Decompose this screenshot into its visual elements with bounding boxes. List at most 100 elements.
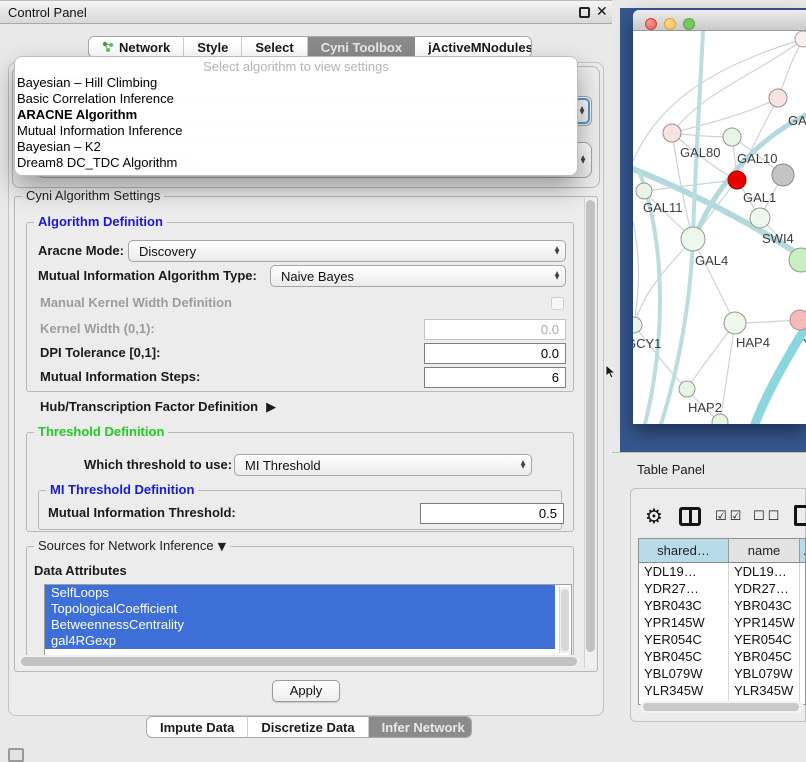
table-cell: 9. xyxy=(800,648,806,665)
network-node[interactable] xyxy=(633,317,642,333)
manual-kernel-checkbox[interactable] xyxy=(551,297,564,310)
network-window[interactable]: GALGAL80GAL10GAL11GAL1SWI4GAL4GCY1HAP4YH… xyxy=(633,10,806,424)
mi-type-label: Mutual Information Algorithm Type: xyxy=(38,265,257,287)
tab-style[interactable]: Style xyxy=(184,37,242,57)
attribute-item[interactable]: gal4RGexp xyxy=(45,633,555,649)
table-row[interactable]: YBR043CYBR043C xyxy=(639,597,805,614)
table-cell: YPR145W xyxy=(729,614,800,631)
network-node[interactable] xyxy=(723,128,741,146)
table-cell: YBL079W xyxy=(729,665,800,682)
network-window-titlebar[interactable] xyxy=(633,10,806,31)
table-cell: 13 xyxy=(800,563,806,580)
network-node[interactable] xyxy=(663,124,681,142)
table-row[interactable]: YBL079WYBL079W xyxy=(639,665,805,682)
close-icon[interactable]: ✕ xyxy=(596,4,608,20)
tab-cyni-toolbox[interactable]: Cyni Toolbox xyxy=(308,37,415,57)
float-window-icon[interactable] xyxy=(579,7,590,18)
table-cell: YDR27… xyxy=(729,580,800,597)
table-row[interactable]: YDL19…YDL19…13 xyxy=(639,563,805,580)
bottom-tab-impute-data[interactable]: Impute Data xyxy=(147,717,248,737)
combo-stepper-icon[interactable]: ▲▼ xyxy=(515,455,531,475)
table-cell xyxy=(800,597,806,614)
tab-label: Style xyxy=(197,40,228,55)
network-node[interactable] xyxy=(750,208,770,228)
table-row[interactable]: YDR27…YDR27…12 xyxy=(639,580,805,597)
expanded-arrow-icon[interactable]: ▼ xyxy=(218,540,226,553)
deselect-all-checkbox-icon[interactable]: ☐☐ xyxy=(753,509,782,524)
network-node[interactable] xyxy=(681,227,705,251)
tab-jactivemnodules[interactable]: jActiveMNodules xyxy=(415,37,532,57)
gear-icon[interactable]: ⚙ xyxy=(645,504,663,528)
table-horizontal-scrollbar[interactable] xyxy=(640,701,804,713)
data-attributes-list[interactable]: SelfLoopsTopologicalCoefficientBetweenne… xyxy=(44,584,572,656)
mi-type-combo[interactable]: Naive Bayes ▲▼ xyxy=(270,265,566,287)
mi-steps-field[interactable]: 6 xyxy=(424,367,566,388)
sources-group-title[interactable]: Sources for Network Inference▼ xyxy=(34,538,230,553)
attribute-item[interactable]: TopologicalCoefficient xyxy=(45,601,555,617)
algorithm-menu-item[interactable]: Bayesian – Hill Climbing xyxy=(15,75,577,91)
settings-vertical-scrollbar[interactable] xyxy=(584,198,596,668)
combo-stepper-icon[interactable]: ▲▼ xyxy=(549,266,565,286)
attribute-item[interactable]: BetweennessCentrality xyxy=(45,617,555,633)
bottom-tab-discretize-data[interactable]: Discretize Data xyxy=(248,717,368,737)
node-label: SWI4 xyxy=(762,231,794,246)
table-row[interactable]: YER054CYER054C8. xyxy=(639,631,805,648)
mi-threshold-field[interactable]: 0.5 xyxy=(420,503,564,524)
table-cell: YER054C xyxy=(639,631,729,648)
network-node[interactable] xyxy=(772,164,794,186)
settings-horizontal-scrollbar[interactable] xyxy=(18,655,580,668)
algorithm-menu-item[interactable]: Basic Correlation Inference xyxy=(15,91,577,107)
algorithm-menu-item[interactable]: ARACNE Algorithm xyxy=(15,107,577,123)
table-row[interactable]: YPR145WYPR145W9. xyxy=(639,614,805,631)
bottom-tab-infer-network[interactable]: Infer Network xyxy=(369,717,472,737)
network-node[interactable] xyxy=(712,414,728,424)
collapsed-arrow-icon[interactable]: ▶ xyxy=(266,400,276,415)
table-cell: YLR345W xyxy=(639,682,729,699)
table-cell xyxy=(800,665,806,682)
algorithm-menu-item[interactable]: Mutual Information Inference xyxy=(15,123,577,139)
node-label: GAL80 xyxy=(680,145,720,160)
network-edge xyxy=(634,239,693,325)
network-node[interactable] xyxy=(636,183,652,199)
column-header-name[interactable]: name xyxy=(729,539,800,562)
network-node[interactable] xyxy=(679,381,695,397)
attribute-list-scrollbar[interactable] xyxy=(559,587,569,653)
which-threshold-combo[interactable]: MI Threshold ▲▼ xyxy=(234,454,532,476)
network-node[interactable] xyxy=(728,171,746,189)
apply-button[interactable]: Apply xyxy=(272,680,340,702)
cyni-algorithm-settings-title: Cyni Algorithm Settings xyxy=(22,188,164,203)
tab-select[interactable]: Select xyxy=(242,37,307,57)
table-row[interactable]: YLR345WYLR345W9. xyxy=(639,682,805,699)
table-cell: YDR27… xyxy=(639,580,729,597)
aracne-mode-combo[interactable]: Discovery ▲▼ xyxy=(128,240,566,262)
threshold-definition-title: Threshold Definition xyxy=(34,424,168,439)
attribute-item[interactable]: SelfLoops xyxy=(45,585,555,601)
node-label: GCY1 xyxy=(633,336,661,351)
columns-icon[interactable] xyxy=(679,507,701,526)
network-node[interactable] xyxy=(769,89,787,107)
export-table-icon[interactable] xyxy=(794,505,806,526)
network-node[interactable] xyxy=(795,31,806,47)
dpi-tolerance-field[interactable]: 0.0 xyxy=(424,343,566,364)
algorithm-menu-item[interactable]: Dream8 DC_TDC Algorithm xyxy=(15,155,577,171)
minimize-traffic-light-icon[interactable] xyxy=(664,18,676,30)
table-row[interactable]: YBR045CYBR045C9. xyxy=(639,648,805,665)
network-canvas[interactable]: GALGAL80GAL10GAL11GAL1SWI4GAL4GCY1HAP4YH… xyxy=(633,31,806,424)
close-traffic-light-icon[interactable] xyxy=(645,18,657,30)
tab-network[interactable]: Network xyxy=(89,37,184,57)
algorithm-menu-placeholder: Select algorithm to view settings xyxy=(15,58,577,75)
combo-stepper-icon[interactable]: ▲▼ xyxy=(549,241,565,261)
zoom-traffic-light-icon[interactable] xyxy=(683,18,695,30)
network-node[interactable] xyxy=(790,310,806,330)
algorithm-menu-item[interactable]: Bayesian – K2 xyxy=(15,139,577,155)
hub-definition-toggle[interactable]: Hub/Transcription Factor Definition▶ xyxy=(40,396,276,419)
table-cell: YBL079W xyxy=(639,665,729,682)
network-node[interactable] xyxy=(724,312,746,334)
table-cell: YBR043C xyxy=(639,597,729,614)
dock-icon-partial[interactable] xyxy=(8,748,24,762)
which-threshold-label: Which threshold to use: xyxy=(84,454,232,476)
column-header-a[interactable]: A xyxy=(800,539,806,562)
column-header-shared[interactable]: shared… xyxy=(639,539,729,562)
select-all-checkbox-icon[interactable]: ☑☑ xyxy=(715,509,744,524)
node-attribute-table[interactable]: shared…nameAYDL19…YDL19…13YDR27…YDR27…12… xyxy=(638,538,806,705)
